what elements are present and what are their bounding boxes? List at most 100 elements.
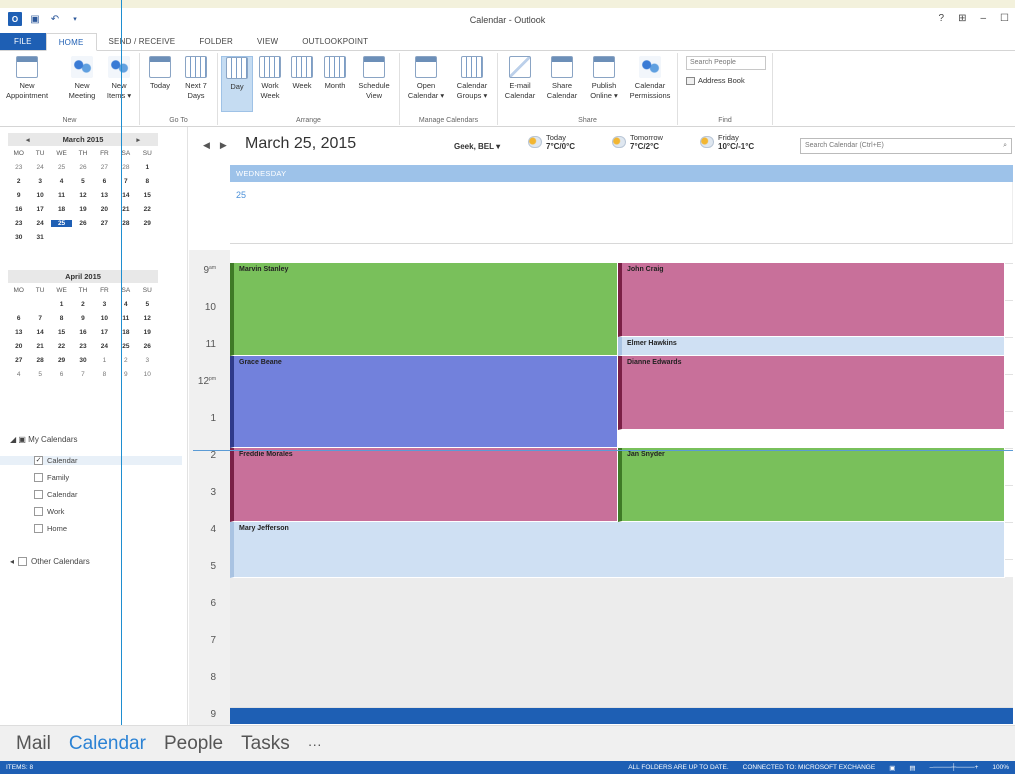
day-cell[interactable]: 5 bbox=[72, 178, 93, 185]
appointment[interactable]: Jan Snyder bbox=[618, 448, 1005, 522]
checkbox-icon[interactable] bbox=[34, 524, 43, 533]
day-cell[interactable]: 13 bbox=[94, 192, 115, 199]
nav-mail[interactable]: Mail bbox=[16, 733, 51, 755]
day-cell[interactable]: 11 bbox=[115, 315, 136, 322]
calendar-item-work[interactable]: Work bbox=[34, 507, 64, 516]
day-cell[interactable]: 24 bbox=[29, 164, 50, 171]
day-cell[interactable]: 22 bbox=[51, 343, 72, 350]
new-meeting-button[interactable]: New Meeting bbox=[66, 56, 98, 101]
nav-people[interactable]: People bbox=[164, 733, 223, 755]
new-items-button[interactable]: New Items ▾ bbox=[104, 56, 134, 101]
day-cell[interactable]: 8 bbox=[51, 315, 72, 322]
day-cell[interactable]: 19 bbox=[137, 329, 158, 336]
day-cell[interactable]: 2 bbox=[8, 178, 29, 185]
day-cell[interactable]: 6 bbox=[51, 371, 72, 378]
tab-file[interactable]: FILE bbox=[0, 33, 46, 50]
day-number[interactable]: 25 bbox=[236, 190, 246, 200]
day-cell[interactable]: 24 bbox=[29, 220, 50, 227]
new-appointment-button[interactable]: New Appointment bbox=[6, 56, 48, 101]
off-hours-area[interactable] bbox=[230, 577, 1013, 707]
day-cell[interactable]: 14 bbox=[115, 192, 136, 199]
day-cell[interactable]: 22 bbox=[137, 206, 158, 213]
day-cell[interactable]: 7 bbox=[72, 371, 93, 378]
day-cell[interactable]: 19 bbox=[72, 206, 93, 213]
day-cell[interactable]: 26 bbox=[72, 164, 93, 171]
day-cell[interactable]: 1 bbox=[94, 357, 115, 364]
day-cell[interactable]: 18 bbox=[51, 206, 72, 213]
next-7-days-button[interactable]: Next 7 Days bbox=[180, 56, 212, 101]
appointment[interactable]: Freddie Morales bbox=[230, 448, 618, 522]
day-cell[interactable]: 21 bbox=[29, 343, 50, 350]
day-cell[interactable]: 10 bbox=[94, 315, 115, 322]
day-cell[interactable]: 4 bbox=[115, 301, 136, 308]
email-calendar-button[interactable]: E-mail Calendar bbox=[500, 56, 540, 101]
maximize-button[interactable]: ☐ bbox=[1000, 13, 1009, 24]
next-day-icon[interactable]: ▶ bbox=[220, 140, 227, 151]
day-cell[interactable]: 8 bbox=[94, 371, 115, 378]
minimize-button[interactable]: – bbox=[980, 13, 986, 24]
day-cell[interactable]: 23 bbox=[8, 220, 29, 227]
appointment[interactable]: Dianne Edwards bbox=[618, 355, 1005, 430]
day-cell[interactable]: 9 bbox=[115, 371, 136, 378]
day-cell[interactable]: 17 bbox=[29, 206, 50, 213]
zoom-level[interactable]: 100% bbox=[992, 764, 1009, 771]
day-cell[interactable]: 18 bbox=[115, 329, 136, 336]
month-button[interactable]: Month bbox=[320, 56, 350, 91]
day-cell[interactable]: 12 bbox=[72, 192, 93, 199]
day-cell[interactable]: 31 bbox=[29, 234, 50, 241]
all-day-area[interactable] bbox=[230, 182, 1013, 244]
normal-view-icon[interactable]: ▣ bbox=[889, 764, 895, 772]
day-cell[interactable]: 3 bbox=[137, 357, 158, 364]
tab-home[interactable]: HOME bbox=[45, 33, 97, 51]
day-cell[interactable]: 9 bbox=[72, 315, 93, 322]
zoom-slider[interactable]: –────┼────+ bbox=[930, 764, 979, 771]
nav-more[interactable]: ··· bbox=[308, 736, 322, 752]
day-cell[interactable]: 25 bbox=[50, 219, 73, 227]
day-cell[interactable]: 25 bbox=[51, 164, 72, 171]
schedule-view-button[interactable]: Schedule View bbox=[354, 56, 394, 101]
day-cell[interactable]: 23 bbox=[8, 164, 29, 171]
day-cell[interactable]: 16 bbox=[72, 329, 93, 336]
day-cell[interactable]: 27 bbox=[94, 220, 115, 227]
checkbox-icon[interactable] bbox=[18, 557, 28, 566]
day-cell[interactable]: 17 bbox=[94, 329, 115, 336]
day-cell[interactable]: 20 bbox=[94, 206, 115, 213]
day-cell[interactable]: 27 bbox=[94, 164, 115, 171]
address-book-button[interactable]: Address Book bbox=[686, 76, 745, 85]
publish-online-button[interactable]: Publish Online ▾ bbox=[584, 56, 624, 101]
search-calendar-input[interactable]: Search Calendar (Ctrl+E) ⌕ bbox=[800, 138, 1012, 154]
day-cell[interactable]: 25 bbox=[115, 343, 136, 350]
day-cell[interactable]: 30 bbox=[72, 357, 93, 364]
calendar-permissions-button[interactable]: Calendar Permissions bbox=[626, 56, 674, 101]
nav-calendar[interactable]: Calendar bbox=[69, 733, 146, 755]
search-people-input[interactable]: Search People bbox=[686, 56, 766, 70]
day-cell[interactable]: 30 bbox=[8, 234, 29, 241]
checkbox-checked-icon[interactable]: ✓ bbox=[34, 456, 43, 465]
day-cell[interactable]: 10 bbox=[137, 371, 158, 378]
day-cell[interactable]: 27 bbox=[8, 357, 29, 364]
weather-location-dropdown[interactable]: Geek, BEL ▾ bbox=[454, 142, 500, 151]
today-button[interactable]: Today bbox=[146, 56, 174, 91]
checkbox-icon[interactable] bbox=[34, 507, 43, 516]
day-cell[interactable]: 28 bbox=[29, 357, 50, 364]
day-cell[interactable]: 15 bbox=[51, 329, 72, 336]
tab-send-receive[interactable]: SEND / RECEIVE bbox=[97, 33, 188, 50]
work-week-button[interactable]: Work Week bbox=[256, 56, 284, 101]
day-view-button[interactable]: Day bbox=[221, 56, 253, 112]
day-cell[interactable]: 5 bbox=[29, 371, 50, 378]
day-cell[interactable]: 2 bbox=[72, 301, 93, 308]
day-cell[interactable]: 5 bbox=[137, 301, 158, 308]
share-calendar-button[interactable]: Share Calendar bbox=[542, 56, 582, 101]
week-button[interactable]: Week bbox=[288, 56, 316, 91]
day-cell[interactable]: 6 bbox=[8, 315, 29, 322]
calendar-item-family[interactable]: Family bbox=[34, 473, 69, 482]
tab-view[interactable]: VIEW bbox=[245, 33, 290, 50]
appointment[interactable]: John Craig bbox=[618, 263, 1005, 337]
day-cell[interactable]: 20 bbox=[8, 343, 29, 350]
day-cell[interactable]: 14 bbox=[29, 329, 50, 336]
day-cell[interactable]: 4 bbox=[8, 371, 29, 378]
previous-month-icon[interactable]: ◂ bbox=[26, 136, 30, 144]
help-button[interactable]: ? bbox=[939, 13, 945, 24]
day-cell[interactable]: 12 bbox=[137, 315, 158, 322]
appointment[interactable]: Marvin Stanley bbox=[230, 263, 618, 356]
